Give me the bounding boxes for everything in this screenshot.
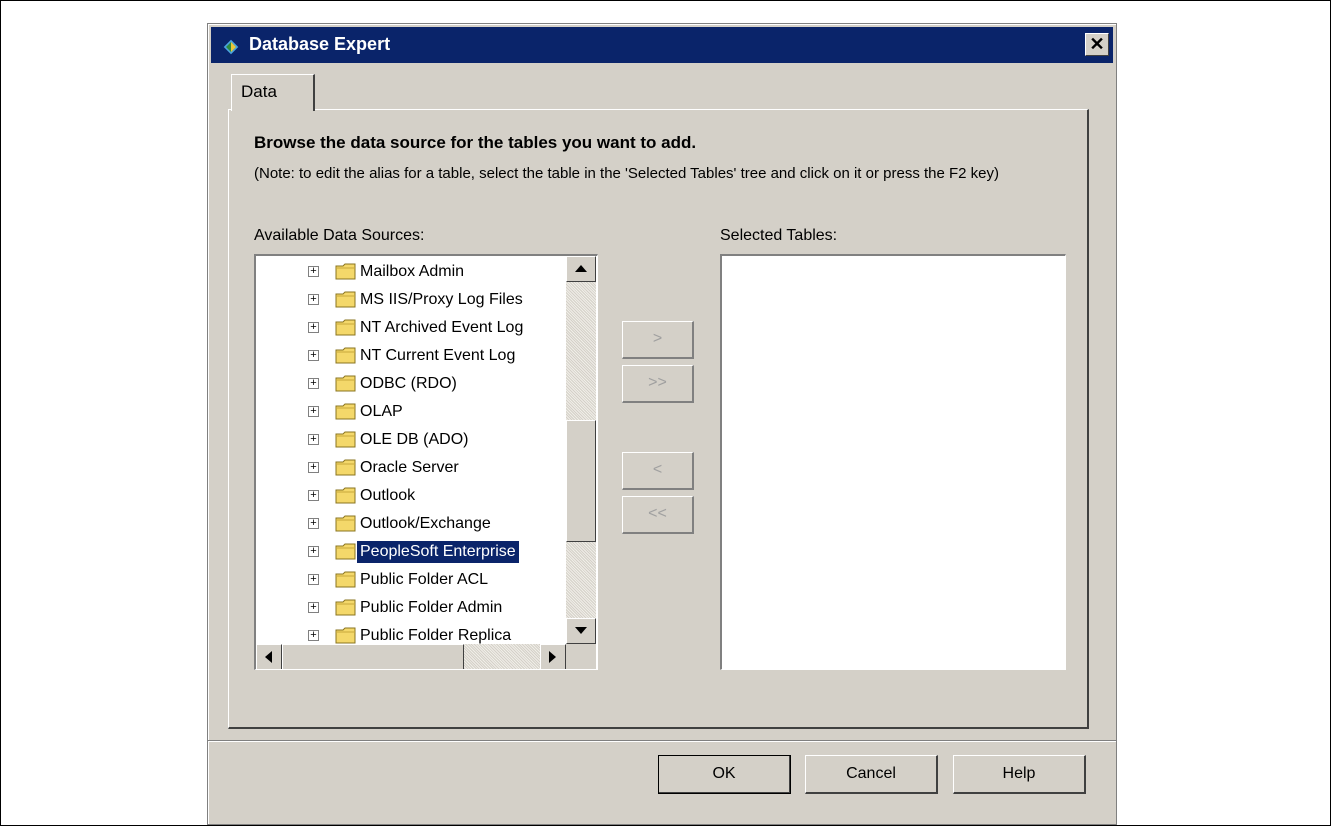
expand-icon[interactable]: +: [308, 406, 319, 417]
arrow-up-icon: [575, 265, 587, 272]
database-expert-icon: [222, 38, 240, 56]
tab-data[interactable]: Data: [231, 74, 315, 111]
tree-item-label: Oracle Server: [360, 459, 459, 476]
vertical-scrollbar[interactable]: [566, 256, 596, 644]
tree-item-label: OLAP: [360, 403, 403, 420]
expand-icon[interactable]: +: [308, 266, 319, 277]
tree-item-label: OLE DB (ADO): [360, 431, 469, 448]
tree-item-label: Public Folder ACL: [360, 571, 489, 588]
tree-item[interactable]: + Public Folder ACL: [256, 566, 576, 594]
tree-item[interactable]: + OLAP: [256, 398, 576, 426]
scroll-left-button[interactable]: [256, 644, 282, 669]
expand-icon[interactable]: +: [308, 490, 319, 501]
add-all-tables-button[interactable]: >>: [622, 365, 694, 403]
tree-item-label: Outlook: [360, 487, 416, 504]
ok-button[interactable]: OK: [658, 755, 791, 794]
horizontal-scroll-thumb[interactable]: [282, 644, 464, 669]
tree-item[interactable]: + NT Archived Event Log: [256, 314, 576, 342]
close-icon: ✕: [1089, 34, 1105, 54]
add-table-button[interactable]: >: [622, 321, 694, 359]
folder-icon: [335, 459, 357, 476]
tree-item[interactable]: + Outlook: [256, 482, 576, 510]
footer-separator-highlight: [208, 741, 1116, 742]
selected-tables-tree[interactable]: [720, 254, 1066, 670]
folder-icon: [335, 543, 357, 560]
expand-icon[interactable]: +: [308, 294, 319, 305]
folder-icon: [335, 487, 357, 504]
tree-item[interactable]: + Outlook/Exchange: [256, 510, 576, 538]
tree-item[interactable]: + ODBC (RDO): [256, 370, 576, 398]
expand-icon[interactable]: +: [308, 518, 319, 529]
remove-all-tables-button[interactable]: <<: [622, 496, 694, 534]
close-button[interactable]: ✕: [1085, 33, 1109, 56]
tree-item-label: NT Current Event Log: [360, 347, 516, 364]
title-bar[interactable]: Database Expert ✕: [211, 27, 1113, 63]
panel-note: (Note: to edit the alias for a table, se…: [254, 165, 1000, 182]
available-sources-tree[interactable]: + Mailbox Admin + MS IIS/Proxy Log Files + NT…: [254, 254, 598, 670]
tab-data-label: Data: [241, 82, 277, 101]
folder-icon: [335, 627, 357, 644]
tree-item[interactable]: + NT Current Event Log: [256, 342, 576, 370]
expand-icon[interactable]: +: [308, 350, 319, 361]
expand-icon[interactable]: +: [308, 630, 319, 641]
folder-icon: [335, 515, 357, 532]
database-expert-dialog: Database Expert ✕ Data Browse the data s…: [207, 23, 1117, 825]
selected-tables-label: Selected Tables:: [720, 227, 838, 244]
folder-icon: [335, 375, 357, 392]
folder-icon: [335, 403, 357, 420]
scroll-up-button[interactable]: [566, 256, 596, 282]
tree-item[interactable]: + MS IIS/Proxy Log Files: [256, 286, 576, 314]
folder-icon: [335, 347, 357, 364]
expand-icon[interactable]: +: [308, 378, 319, 389]
arrow-left-icon: [265, 651, 272, 663]
tree-item-label: Mailbox Admin: [360, 263, 465, 280]
tree-item[interactable]: + Mailbox Admin: [256, 258, 576, 286]
tree-item[interactable]: + OLE DB (ADO): [256, 426, 576, 454]
tree-item-label: Outlook/Exchange: [360, 515, 491, 532]
expand-icon[interactable]: +: [308, 602, 319, 613]
expand-icon[interactable]: +: [308, 434, 319, 445]
expand-icon[interactable]: +: [308, 574, 319, 585]
arrow-down-icon: [575, 627, 587, 634]
horizontal-scrollbar[interactable]: [256, 644, 566, 669]
tree-item-label: PeopleSoft Enterprise: [357, 541, 519, 563]
tree-item[interactable]: + PeopleSoft Enterprise: [256, 538, 576, 566]
expand-icon[interactable]: +: [308, 546, 319, 557]
available-sources-label: Available Data Sources:: [254, 227, 425, 244]
panel-heading: Browse the data source for the tables yo…: [254, 133, 697, 152]
folder-icon: [335, 291, 357, 308]
expand-icon[interactable]: +: [308, 462, 319, 473]
cancel-button[interactable]: Cancel: [805, 755, 938, 794]
scroll-right-button[interactable]: [540, 644, 566, 669]
tree-item-label: NT Archived Event Log: [360, 319, 524, 336]
help-button[interactable]: Help: [953, 755, 1086, 794]
folder-icon: [335, 599, 357, 616]
arrow-right-icon: [549, 651, 556, 663]
expand-icon[interactable]: +: [308, 322, 319, 333]
folder-icon: [335, 571, 357, 588]
folder-icon: [335, 263, 357, 280]
scroll-down-button[interactable]: [566, 618, 596, 644]
folder-icon: [335, 319, 357, 336]
tree-item-label: Public Folder Admin: [360, 599, 503, 616]
tree-item[interactable]: + Public Folder Admin: [256, 594, 576, 622]
tree-item-label: MS IIS/Proxy Log Files: [360, 291, 523, 308]
tree-item-label: ODBC (RDO): [360, 375, 457, 392]
window-title: Database Expert: [249, 34, 391, 54]
remove-table-button[interactable]: <: [622, 452, 694, 490]
vertical-scroll-thumb[interactable]: [566, 420, 596, 542]
folder-icon: [335, 431, 357, 448]
scrollbar-corner: [566, 644, 596, 669]
tree-item[interactable]: + Oracle Server: [256, 454, 576, 482]
